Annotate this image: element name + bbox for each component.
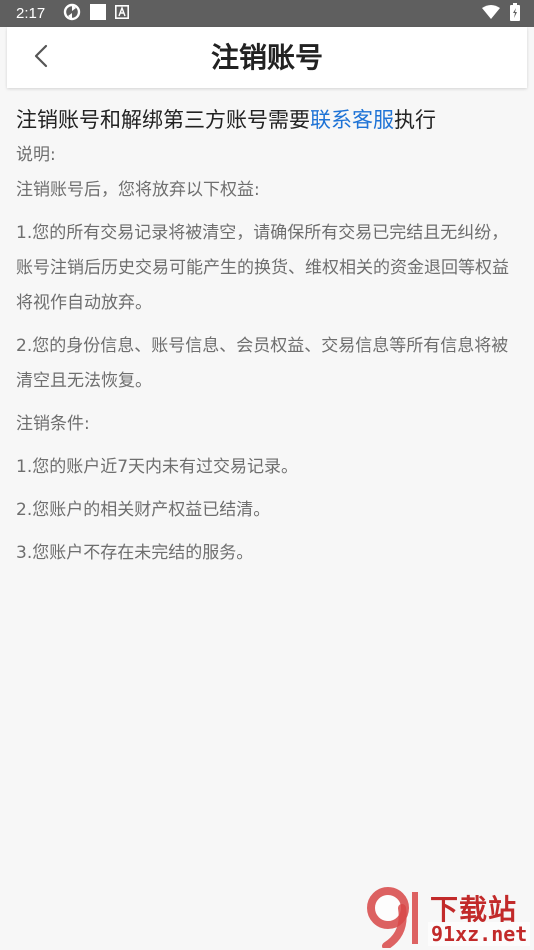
status-right-icons [482,2,520,25]
intro-prefix: 注销账号和解绑第三方账号需要 [16,108,310,132]
explain-label: 说明: [16,145,56,165]
rights-item-1: 1.您的所有交易记录将被清空，请确保所有交易已完结且无纠纷，账号注销后历史交易可… [16,223,509,313]
condition-item-1: 1.您的账户近7天内未有过交易记录。 [16,457,299,477]
rights-item-2: 2.您的身份信息、账号信息、会员权益、交易信息等所有信息将被清空且无法恢复。 [16,336,509,391]
intro-text: 注销账号和解绑第三方账号需要联系客服执行 [16,104,516,136]
condition-item-2: 2.您账户的相关财产权益已结清。 [16,500,271,520]
page-title: 注销账号 [210,41,323,74]
square-icon [89,3,107,25]
watermark-text-bottom: 91xz.net [428,922,531,946]
status-left-icons [63,3,130,25]
back-button[interactable] [25,41,57,75]
conditions-label: 注销条件: [16,414,90,434]
status-bar: 2:17 [0,0,534,27]
battery-icon [510,2,520,25]
a-notification-icon [115,4,130,23]
give-up-label: 注销账号后，您将放弃以下权益: [16,180,260,200]
main-content: 注销账号和解绑第三方账号需要联系客服执行 说明: 注销账号后，您将放弃以下权益:… [16,104,516,571]
sync-icon [63,3,81,25]
chevron-left-icon [33,44,49,72]
wifi-icon [482,4,500,23]
intro-suffix: 执行 [394,108,436,132]
watermark: 下载站 91xz.net [362,886,532,948]
contact-support-link[interactable]: 联系客服 [310,108,394,132]
condition-item-3: 3.您账户不存在未完结的服务。 [16,543,254,563]
header: 注销账号 [7,27,527,88]
status-time: 2:17 [16,5,46,22]
